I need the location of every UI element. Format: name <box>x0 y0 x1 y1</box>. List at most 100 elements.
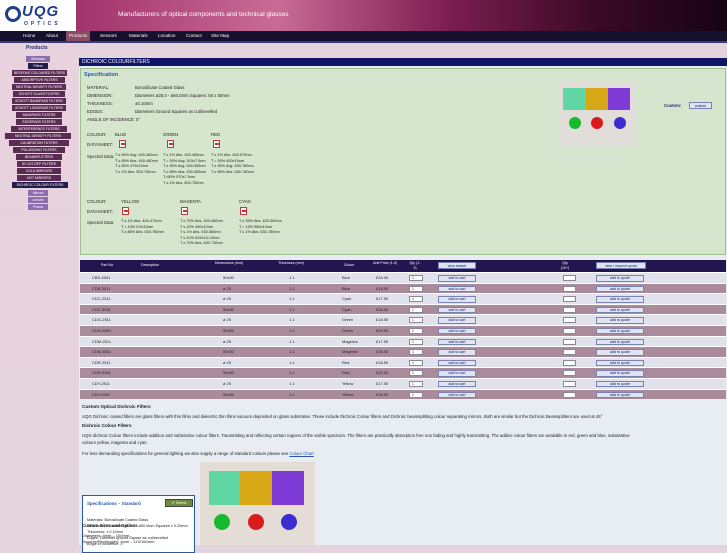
add-to-cart-button[interactable]: add to cart <box>438 296 476 303</box>
sidebar-item-interference[interactable]: INTERFERENCE FILTERS <box>11 126 67 132</box>
qty-select[interactable]: 1 <box>409 349 423 356</box>
sidebar-item-filters[interactable]: Filters <box>28 63 48 69</box>
add-to-cart-button[interactable]: add to cart <box>438 317 476 324</box>
thickness-value: ±0.10mm <box>135 101 153 106</box>
qty-10-input[interactable] <box>563 349 576 356</box>
big-swatch-cyan <box>209 471 240 505</box>
add-to-cart-button[interactable]: add to cart <box>438 370 476 377</box>
qty-select[interactable]: 1 <box>409 275 423 281</box>
add-to-cart-button[interactable]: add to cart <box>438 380 476 388</box>
nav-home[interactable]: Home <box>20 31 38 41</box>
sidebar-item-schott[interactable]: SCHOTT GLASS FILTERS <box>13 91 65 97</box>
add-to-quote-button[interactable]: add to quote <box>596 380 644 388</box>
add-to-cart-button[interactable]: add to cart <box>438 391 476 399</box>
specification-panel: Specification MATERIAL: Borosilicate Coa… <box>80 68 726 255</box>
sidebar-item-schott-lp[interactable]: SCHOTT LONGPASS FILTERS <box>12 105 66 111</box>
cell-part-no: CDC-5051 <box>92 306 111 312</box>
sidebar-item-prisms[interactable]: Prisms <box>28 204 48 210</box>
add-to-cart-button[interactable]: add to cart <box>438 338 476 346</box>
pdf-icon-red[interactable] <box>213 140 220 148</box>
add-to-cart-button[interactable]: add to cart <box>438 349 476 356</box>
sidebar-item-mirrors[interactable]: Mirrors <box>28 190 48 196</box>
nav-materials[interactable]: Materials <box>126 31 151 41</box>
select-button[interactable]: ✔ Select <box>165 499 193 507</box>
nav-location[interactable]: Location <box>155 31 178 41</box>
qty-select[interactable]: 1 <box>409 370 423 377</box>
add-to-quote-button[interactable]: add to quote <box>596 296 644 303</box>
qty-10-input[interactable] <box>563 285 576 292</box>
add-to-quote-button[interactable]: add to quote <box>596 338 644 346</box>
add-to-quote-button[interactable]: add to quote <box>596 359 644 367</box>
qty-10-input[interactable] <box>563 296 576 303</box>
qty-10-input[interactable] <box>563 391 576 398</box>
cell-dimensions: ø 25 <box>223 380 232 386</box>
custom-button[interactable]: custom <box>689 102 712 109</box>
sidebar-item-calibration[interactable]: CALIBRATION FILTERS <box>9 140 69 146</box>
sidebar-item-beamsplitters[interactable]: BEAMSPLITTERS <box>16 154 62 160</box>
pdf-icon-magenta[interactable] <box>181 207 188 215</box>
add-to-quote-button[interactable]: add to quote <box>596 285 644 293</box>
add-to-quote-button[interactable]: add to quote <box>596 275 644 282</box>
sidebar-item-nd2[interactable]: NEUTRAL DENSITY FILTERS <box>5 133 71 139</box>
add-to-quote-button[interactable]: add to quote <box>596 391 644 399</box>
sidebar-item-bespoke[interactable]: BESPOKE COLOURED FILTERS <box>12 70 67 76</box>
add-to-cart-button[interactable]: add to cart <box>438 285 476 293</box>
add-to-quote-button[interactable]: add to quote <box>596 306 644 314</box>
qty-select[interactable]: 1 <box>409 391 423 398</box>
add-to-quote-button[interactable]: add to quote <box>596 370 644 377</box>
qty-select[interactable]: 1 <box>409 327 423 334</box>
qty-select[interactable]: 1 <box>409 285 423 292</box>
pdf-icon-green[interactable] <box>167 140 174 148</box>
sidebar-item-cold-mirrors[interactable]: COLD MIRRORS <box>17 168 61 174</box>
qty-10-input[interactable] <box>563 327 576 334</box>
view-quote-button[interactable]: view / request quote <box>596 262 646 269</box>
sidebar-item-lenses[interactable]: Lenses <box>28 197 48 203</box>
nav-products[interactable]: Products <box>66 31 91 41</box>
colour-chart-link[interactable]: Colour Chart <box>289 451 313 456</box>
sidebar-item-schott-bp[interactable]: SCHOTT BANDPASS FILTERS <box>12 98 66 104</box>
pdf-icon-yellow[interactable] <box>122 207 129 215</box>
qty-10-input[interactable] <box>563 359 576 366</box>
sidebar-item-hot-mirrors[interactable]: HOT MIRRORS <box>17 175 61 181</box>
cell-part-no: CDY-2511 <box>92 380 111 386</box>
sidebar-item-windows[interactable]: Windows <box>26 56 50 62</box>
add-to-cart-button[interactable]: add to cart <box>438 359 476 367</box>
qty-select[interactable]: 1 <box>409 317 423 324</box>
qty-select[interactable]: 1 <box>409 296 423 303</box>
add-to-quote-button[interactable]: add to quote <box>596 349 644 356</box>
table-row: CDY-2511 ø 25 1.1 Yellow £17.50 1 add to cart a… <box>80 377 726 389</box>
add-to-cart-button[interactable]: add to cart <box>438 327 476 335</box>
qty-10-input[interactable] <box>563 380 576 387</box>
view-basket-button[interactable]: view basket <box>438 262 476 269</box>
qty-select[interactable]: 1 <box>409 306 423 313</box>
pdf-icon-blue[interactable] <box>119 140 126 148</box>
qty-10-input[interactable] <box>563 275 576 281</box>
logo-text: UQG <box>22 3 60 20</box>
sidebar-item-bandpass[interactable]: BANDPASS FILTERS <box>16 112 62 118</box>
qty-10-input[interactable] <box>563 317 576 324</box>
sidebar-item-nd[interactable]: NEUTRAL DENSITY FILTERS <box>12 84 66 90</box>
uqg-logo[interactable]: UQG OPTICS <box>2 2 76 29</box>
pdf-icon-cyan[interactable] <box>240 207 247 215</box>
sidebar-item-ir-cutoff[interactable]: IR CUT-OFF FILTERS <box>17 161 61 167</box>
qty-10-input[interactable] <box>563 306 576 313</box>
add-to-cart-button[interactable]: add to cart <box>438 306 476 314</box>
add-to-quote-button[interactable]: add to quote <box>596 327 644 335</box>
sidebar-item-polarizing[interactable]: POLARIZING FILTERS <box>13 147 65 153</box>
sidebar-item-edgepass[interactable]: EDGEPASS FILTERS <box>16 119 62 125</box>
nav-contact[interactable]: Contact <box>183 31 205 41</box>
nav-sensors[interactable]: Sensors <box>97 31 120 41</box>
sidebar-item-dichroic[interactable]: DICHROIC COLOUR FILTERS <box>12 182 68 188</box>
dimension-value: Diameters ø25.0 - ø50.0mm Squares: 50 x … <box>135 93 230 98</box>
nav-sitemap[interactable]: Site Map <box>208 31 232 41</box>
add-to-quote-button[interactable]: add to quote <box>596 317 644 324</box>
nav-about[interactable]: About <box>43 31 61 41</box>
qty-select[interactable]: 1 <box>409 359 423 366</box>
add-to-cart-button[interactable]: add to cart <box>438 275 476 282</box>
qty-10-input[interactable] <box>563 370 576 377</box>
qty-10-input[interactable] <box>563 338 576 345</box>
qty-select[interactable]: 1 <box>409 338 423 345</box>
qty-select[interactable]: 1 <box>409 380 423 387</box>
sidebar-item-absorptive[interactable]: ABSORPTIVE FILTERS <box>14 77 65 83</box>
cell-dimensions: ø 25 <box>223 285 232 291</box>
